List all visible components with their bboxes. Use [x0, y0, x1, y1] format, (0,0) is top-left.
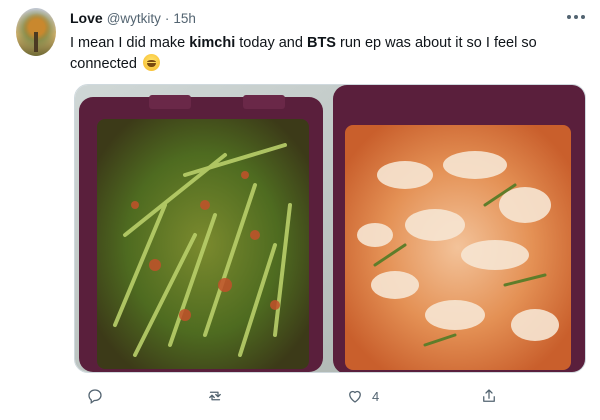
tweet-photo[interactable]: [74, 84, 586, 373]
left-container: [79, 95, 323, 372]
separator-dot: ·: [164, 11, 170, 26]
left-container-rim-tab: [243, 95, 285, 109]
retweet-button[interactable]: [206, 384, 232, 408]
more-options-icon[interactable]: [566, 11, 586, 23]
reply-icon: [88, 389, 102, 405]
display-name[interactable]: Love: [70, 10, 103, 26]
share-icon: [483, 389, 495, 402]
tweet-bold-keyword: BTS: [306, 35, 336, 51]
tweet-text-part: I mean I did make: [70, 35, 190, 51]
tweet-actions: 4: [74, 384, 514, 408]
avatar-tree-trunk: [34, 32, 38, 52]
avatar[interactable]: [16, 8, 56, 56]
tweet-header: Love @wytkity · 15h: [70, 10, 196, 28]
like-button[interactable]: 4: [346, 384, 379, 408]
like-count: 4: [372, 388, 380, 404]
left-container-rim-tab: [149, 95, 191, 109]
right-container: [333, 85, 585, 372]
grinning-sweat-emoji-icon: [142, 54, 160, 71]
share-button[interactable]: [480, 384, 506, 408]
kimchi-photo-illustration: [75, 85, 585, 372]
tweet-bold-keyword: kimchi: [189, 35, 236, 51]
tweet-text: I mean I did make kimchi today and BTS r…: [70, 33, 585, 75]
retweet-icon: [209, 391, 221, 401]
reply-button[interactable]: [86, 384, 112, 408]
user-handle[interactable]: @wytkity: [107, 11, 161, 26]
tweet-text-part: today and: [235, 35, 307, 51]
timestamp[interactable]: 15h: [173, 11, 196, 26]
tweet-card[interactable]: Love @wytkity · 15h I mean I did make ki…: [0, 0, 600, 420]
heart-icon: [349, 390, 361, 403]
